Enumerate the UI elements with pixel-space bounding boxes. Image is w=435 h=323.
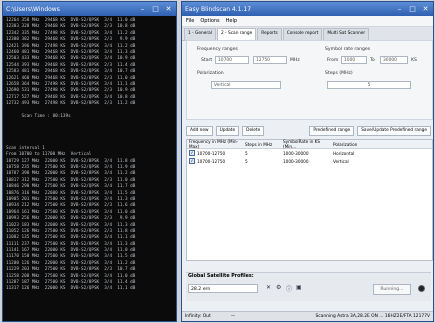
scan-range-params: Frequency ranges Start 10700 12750 MHz P… [186, 40, 433, 120]
from-label: From [327, 58, 339, 63]
ks-unit: KS [411, 58, 417, 63]
cell-steps: 5 [245, 150, 248, 156]
status-bar: Infinity: Out — Scanning Astra 3A,28.2E … [182, 311, 433, 321]
start-freq-input[interactable]: 10700 [215, 56, 249, 64]
symbol-rate-label: Symbol rate ranges [325, 47, 371, 52]
tab-bar: 1 - General 2 - Scan range Reports Conso… [182, 27, 433, 41]
symbol-from-input[interactable]: 1000 [341, 56, 367, 64]
polarization-select[interactable]: Vertical [211, 81, 281, 89]
table-row[interactable]: ✓ 10700-12750 5 1000-30000 Vertical [187, 157, 432, 165]
cell-steps: 5 [245, 158, 248, 164]
app-titlebar[interactable]: Easy Blindscan 4.1.17 – □ ✕ [182, 2, 433, 16]
console-window: C:\Users\Windows – □ ✕ 12264 358 MHz 294… [2, 1, 177, 322]
close-icon[interactable]: ✕ [266, 284, 271, 291]
tab-general[interactable]: 1 - General [184, 28, 216, 40]
col-polarization[interactable]: Polarization [333, 142, 373, 147]
tab-reports[interactable]: Reports [257, 28, 282, 40]
minimize-icon[interactable]: – [395, 5, 404, 13]
symbol-to-input[interactable]: 30000 [380, 56, 408, 64]
minimize-icon[interactable]: – [138, 5, 147, 13]
cell-symbolrate: 1000-30000 [283, 150, 309, 156]
col-steps[interactable]: Steps in MHz [245, 142, 283, 147]
to-label: To [370, 58, 375, 63]
scan-range-table: Frequency in MHz (Min-Max) Steps in MHz … [186, 139, 433, 261]
predefined-range-button[interactable]: Predefined range [309, 126, 355, 136]
range-buttons: Add new Update Delete Predefined range S… [186, 126, 431, 136]
tab-scan-range[interactable]: 2 - Scan range [216, 28, 257, 40]
cell-polarization: Horizontal [333, 150, 355, 156]
add-new-button[interactable]: Add new [186, 126, 213, 136]
steps-label: Steps (MHz) [325, 71, 353, 76]
delete-button[interactable]: Delete [242, 126, 265, 136]
save-predefined-button[interactable]: Save/Update Predefined range [357, 126, 431, 136]
close-icon[interactable]: ✕ [421, 5, 430, 13]
gsp-title: Global Satellite Profiles: [188, 274, 254, 279]
col-symbolrate[interactable]: SymbolRate in KS (Min... [283, 139, 333, 149]
maximize-icon[interactable]: □ [408, 5, 417, 13]
close-icon[interactable]: ✕ [164, 5, 173, 13]
row-checkbox[interactable]: ✓ [189, 150, 195, 156]
save-icon[interactable]: ▣ [296, 284, 302, 291]
start-label: Start [201, 58, 213, 63]
polarization-label: Polarization [197, 71, 224, 76]
app-window: Easy Blindscan 4.1.17 – □ ✕ File Options… [181, 1, 434, 322]
running-indicator: Running... [373, 284, 411, 295]
status-right: Scanning Astra 3A,28.2E ON ... 16HZ2E/FT… [315, 314, 430, 319]
row-checkbox[interactable]: ✓ [189, 158, 195, 164]
console-line: 11317 126 MHz 22000 KS DVB-S2/QPSK 3/4 1… [6, 286, 136, 292]
satellite-profile-select[interactable]: 28.2 ern [188, 284, 258, 293]
maximize-icon[interactable]: □ [151, 5, 160, 13]
menubar: File Options Help [182, 16, 433, 27]
status-mid: — [230, 314, 236, 319]
spinner-icon [418, 285, 425, 292]
cell-symbolrate: 1000-30000 [283, 158, 309, 164]
steps-input[interactable]: 5 [327, 81, 411, 89]
cell-polarization: Vertical [333, 158, 349, 164]
app-title: Easy Blindscan 4.1.17 [185, 5, 252, 13]
update-button[interactable]: Update [215, 126, 240, 136]
col-frequency[interactable]: Frequency in MHz (Min-Max) [187, 139, 245, 149]
info-icon[interactable]: ⓘ [286, 284, 292, 293]
cell-frequency: 10700-12750 [197, 158, 226, 164]
table-header: Frequency in MHz (Min-Max) Steps in MHz … [187, 139, 432, 149]
settings-icon[interactable]: ⚙ [276, 284, 281, 291]
console-output: 12264 358 MHz 29468 KS DVB-S2/QPSK 3/4 1… [3, 16, 176, 295]
menu-help[interactable]: Help [226, 18, 237, 24]
stop-freq-input[interactable]: 12750 [253, 56, 287, 64]
console-title: C:\Users\Windows [6, 5, 60, 13]
tab-console-report[interactable]: Console report [282, 28, 323, 40]
mhz-unit: MHz [290, 58, 300, 63]
console-titlebar[interactable]: C:\Users\Windows – □ ✕ [3, 2, 176, 16]
global-satellite-profiles: Global Satellite Profiles: 28.2 ern ✕ ⚙ … [186, 272, 431, 301]
table-row[interactable]: ✓ 10700-12750 5 1000-30000 Horizontal [187, 149, 432, 157]
menu-options[interactable]: Options [200, 18, 219, 24]
menu-file[interactable]: File [186, 18, 194, 24]
tab-multi-sat[interactable]: Multi Sat Scanner [323, 28, 370, 40]
status-left: Infinity: Out [185, 314, 211, 319]
frequency-label: Frequency ranges [197, 47, 238, 52]
cell-frequency: 10700-12750 [197, 150, 226, 156]
